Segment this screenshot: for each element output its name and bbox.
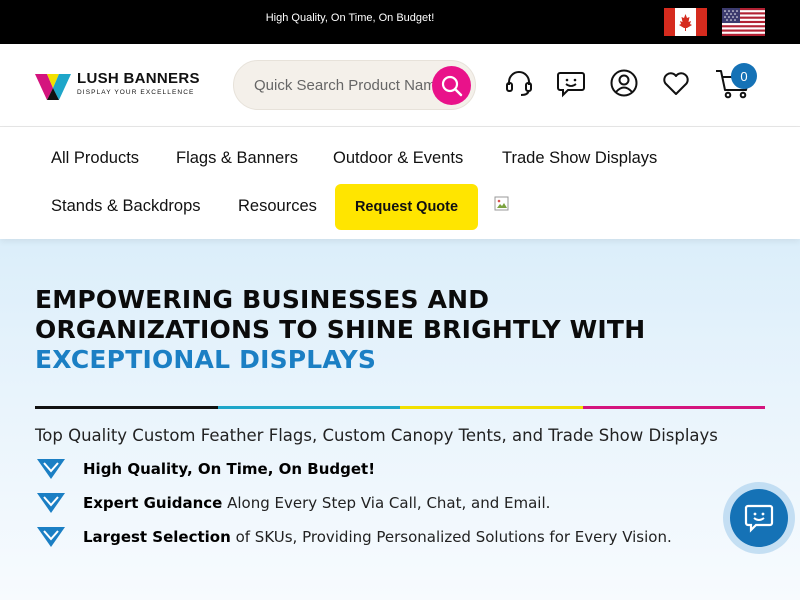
feature-text: Largest Selection of SKUs, Providing Per… [83,528,672,546]
feature-text: Expert Guidance Along Every Step Via Cal… [83,494,551,512]
feature-text: High Quality, On Time, On Budget! [83,460,376,478]
feature-item: High Quality, On Time, On Budget! [35,457,735,483]
nav-item-outdoor-events[interactable]: Outdoor & Events [333,149,463,168]
live-chat-circle [730,489,788,547]
request-quote-button[interactable]: Request Quote [335,184,478,230]
account-icon [610,69,638,97]
top-announcement-bar: High Quality, On Time, On Budget! [0,0,800,44]
live-chat-button[interactable] [723,482,795,554]
search-input[interactable] [254,73,434,97]
logo-mark-icon [35,74,71,100]
chat-icon [557,72,585,98]
wishlist-heart-icon [663,72,689,95]
usa-flag-icon[interactable] [722,8,765,36]
canada-flag-icon[interactable] [664,8,707,36]
nav-item-flags-banners[interactable]: Flags & Banners [176,149,298,168]
support-headset-icon [506,71,532,96]
account-button[interactable] [607,66,641,100]
support-button[interactable] [502,66,536,100]
hero-headline: EMPOWERING BUSINESSES AND ORGANIZATIONS … [35,285,775,375]
broken-image-icon [494,196,509,211]
site-header: LUSH BANNERS DISPLAY YOUR EXCELLENCE Qui… [0,44,800,127]
diamond-check-icon [37,493,65,513]
main-navigation: All Products Flags & Banners Outdoor & E… [0,127,800,239]
chat-button[interactable] [554,66,588,100]
feature-item: Largest Selection of SKUs, Providing Per… [35,525,735,551]
nav-item-all-products[interactable]: All Products [51,149,139,168]
nav-item-stands-backdrops[interactable]: Stands & Backdrops [51,197,201,216]
cart-count-badge: 0 [731,63,757,89]
wishlist-button[interactable] [659,66,693,100]
headline-highlight: EXCEPTIONAL DISPLAYS [35,345,377,374]
headline-line-1: EMPOWERING BUSINESSES AND [35,285,490,314]
logo-brand-text: LUSH BANNERS [77,70,200,87]
nav-item-resources[interactable]: Resources [238,197,317,216]
search-icon [441,75,462,96]
hero-subtitle: Top Quality Custom Feather Flags, Custom… [35,426,718,445]
search-bar [233,60,476,110]
headline-line-2: ORGANIZATIONS TO SHINE BRIGHTLY WITH [35,315,646,344]
diamond-check-icon [37,527,65,547]
color-divider [35,406,765,409]
announcement-text: High Quality, On Time, On Budget! [265,12,435,24]
search-button[interactable] [432,66,471,105]
chat-bubble-icon [744,504,774,533]
hero-section: EMPOWERING BUSINESSES AND ORGANIZATIONS … [0,239,800,600]
nav-item-trade-show-displays[interactable]: Trade Show Displays [502,149,657,168]
logo-tagline: DISPLAY YOUR EXCELLENCE [77,89,195,96]
lush-banners-logo[interactable]: LUSH BANNERS DISPLAY YOUR EXCELLENCE [35,69,205,103]
diamond-check-icon [37,459,65,479]
feature-item: Expert Guidance Along Every Step Via Cal… [35,491,735,517]
